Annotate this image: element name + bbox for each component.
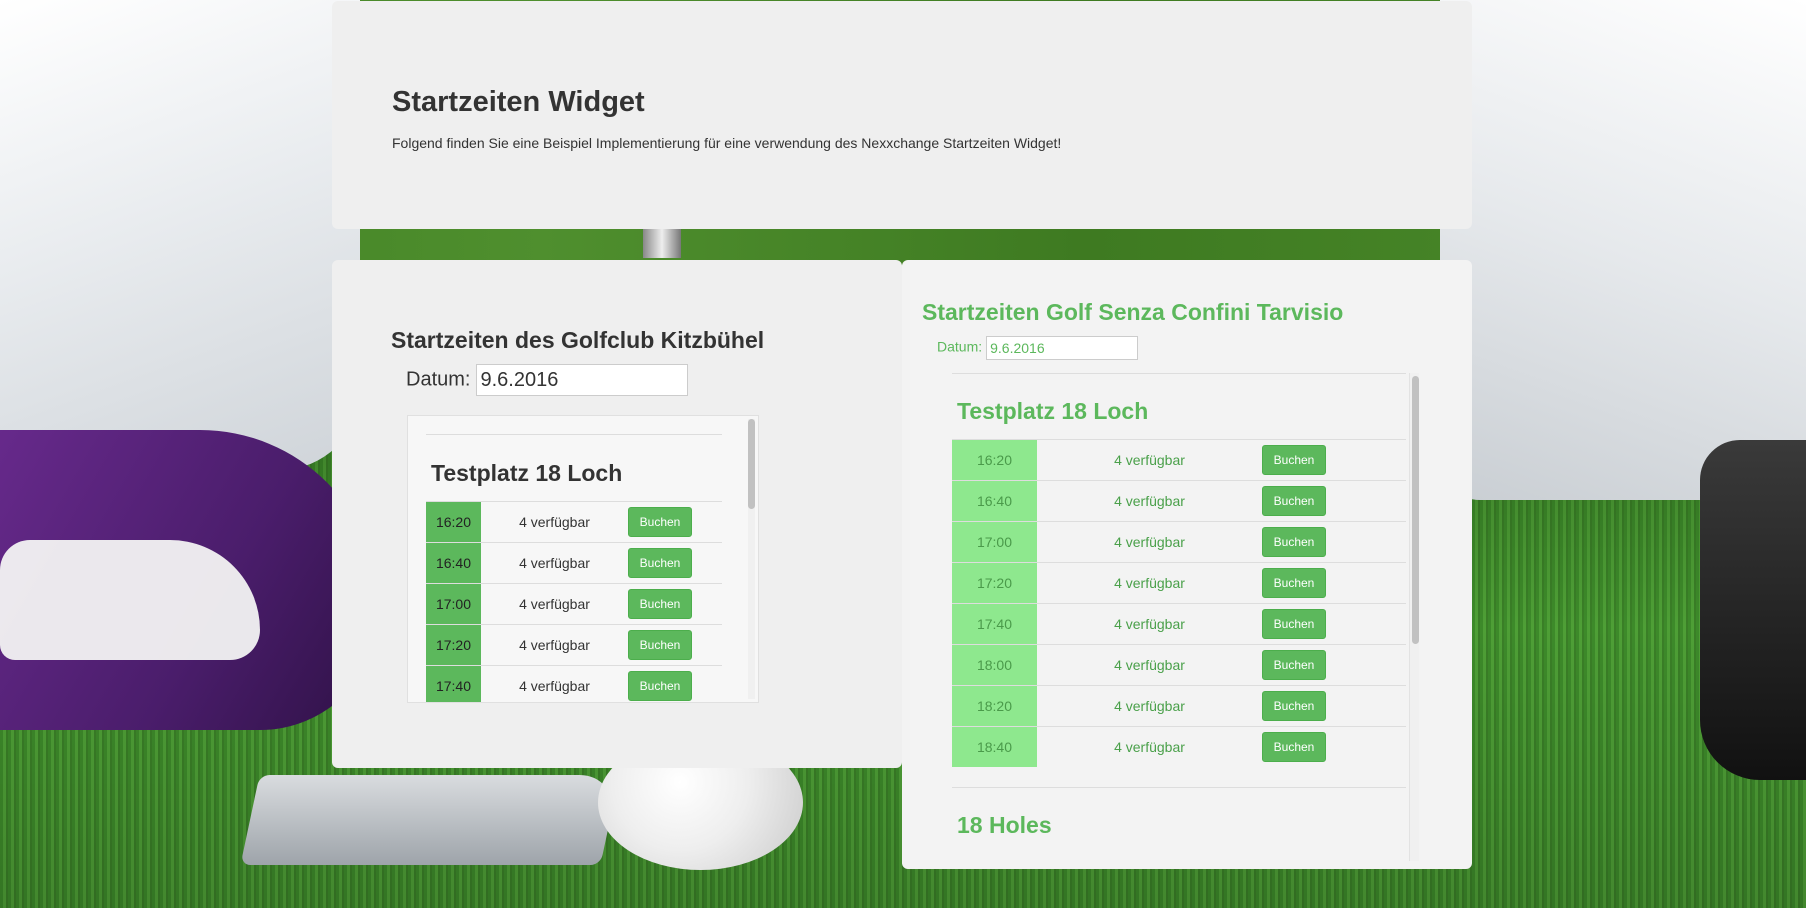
tee-time: 17:40 — [952, 604, 1037, 644]
book-button[interactable]: Buchen — [1262, 527, 1326, 557]
tee-time: 17:20 — [426, 625, 481, 665]
divider — [952, 373, 1406, 374]
tee-time-row: 16:40 4 verfügbar Buchen — [952, 480, 1406, 521]
divider — [952, 787, 1406, 788]
book-button[interactable]: Buchen — [1262, 486, 1326, 516]
course-title: Testplatz 18 Loch — [431, 460, 623, 486]
tee-times-scroll-area[interactable]: Testplatz 18 Loch 16:20 4 verfügbar Buch… — [952, 373, 1439, 861]
tee-time: 16:40 — [952, 481, 1037, 521]
tee-time-row: 17:00 4 verfügbar Buchen — [426, 583, 722, 624]
tee-time-row: 17:00 4 verfügbar Buchen — [952, 521, 1406, 562]
scrollbar-thumb[interactable] — [1412, 376, 1419, 644]
page-description: Folgend finden Sie eine Beispiel Impleme… — [392, 135, 1062, 151]
tee-time-row: 17:40 4 verfügbar Buchen — [426, 665, 722, 702]
availability: 4 verfügbar — [519, 514, 590, 530]
hero-panel: Startzeiten Widget Folgend finden Sie ei… — [332, 1, 1472, 229]
second-course-title: 18 Holes — [957, 812, 1052, 838]
book-button[interactable]: Buchen — [628, 671, 692, 701]
book-button[interactable]: Buchen — [1262, 732, 1326, 762]
golf-shoe-right — [1700, 440, 1806, 780]
book-button[interactable]: Buchen — [1262, 568, 1326, 598]
tee-time: 18:00 — [952, 645, 1037, 685]
putter-shaft — [643, 228, 681, 258]
availability: 4 verfügbar — [1114, 616, 1185, 632]
course-title: Testplatz 18 Loch — [957, 398, 1149, 424]
date-row: Datum: — [406, 364, 689, 396]
date-input[interactable] — [986, 336, 1139, 360]
divider — [426, 434, 722, 435]
golfer-trouser-right — [1440, 0, 1806, 500]
availability: 4 verfügbar — [519, 555, 590, 571]
tee-time-row: 17:20 4 verfügbar Buchen — [426, 624, 722, 665]
tee-time-row: 16:20 4 verfügbar Buchen — [426, 501, 722, 542]
availability: 4 verfügbar — [519, 596, 590, 612]
tee-time-row: 16:40 4 verfügbar Buchen — [426, 542, 722, 583]
kitzbuehel-widget-panel: Startzeiten des Golfclub Kitzbühel Datum… — [332, 260, 902, 768]
tee-time: 17:20 — [952, 563, 1037, 603]
tee-time: 17:00 — [426, 584, 481, 624]
page-title: Startzeiten Widget — [392, 86, 645, 118]
widget-title: Startzeiten des Golfclub Kitzbühel — [391, 327, 765, 353]
book-button[interactable]: Buchen — [1262, 609, 1326, 639]
availability: 4 verfügbar — [519, 678, 590, 694]
availability: 4 verfügbar — [1114, 493, 1185, 509]
tee-times-scroll-area[interactable]: Testplatz 18 Loch 16:20 4 verfügbar Buch… — [407, 415, 759, 703]
tee-times-list: 16:20 4 verfügbar Buchen 16:40 4 verfügb… — [952, 439, 1406, 767]
tee-time-row: 18:00 4 verfügbar Buchen — [952, 644, 1406, 685]
widget-title: Startzeiten Golf Senza Confini Tarvisio — [922, 299, 1344, 325]
tee-time-row: 16:20 4 verfügbar Buchen — [952, 439, 1406, 480]
book-button[interactable]: Buchen — [1262, 445, 1326, 475]
tee-time: 17:00 — [952, 522, 1037, 562]
availability: 4 verfügbar — [1114, 657, 1185, 673]
date-label: Datum: — [937, 338, 983, 355]
tee-time: 17:40 — [426, 666, 481, 702]
availability: 4 verfügbar — [1114, 534, 1185, 550]
tarvisio-widget-panel: Startzeiten Golf Senza Confini Tarvisio … — [902, 260, 1472, 869]
book-button[interactable]: Buchen — [1262, 650, 1326, 680]
tee-times-list: 16:20 4 verfügbar Buchen 16:40 4 verfügb… — [426, 501, 722, 702]
date-row: Datum: — [937, 336, 1139, 360]
book-button[interactable]: Buchen — [628, 548, 692, 578]
tee-time: 18:20 — [952, 686, 1037, 726]
availability: 4 verfügbar — [1114, 452, 1185, 468]
tee-time: 16:20 — [426, 502, 481, 542]
tee-time: 16:40 — [426, 543, 481, 583]
golfer-trouser-left — [0, 0, 360, 470]
availability: 4 verfügbar — [519, 637, 590, 653]
availability: 4 verfügbar — [1114, 575, 1185, 591]
book-button[interactable]: Buchen — [628, 507, 692, 537]
availability: 4 verfügbar — [1114, 698, 1185, 714]
book-button[interactable]: Buchen — [1262, 691, 1326, 721]
date-label: Datum: — [406, 368, 471, 391]
tee-time: 18:40 — [952, 727, 1037, 767]
tee-time: 16:20 — [952, 440, 1037, 480]
scrollbar-thumb[interactable] — [748, 419, 755, 509]
putter-head — [240, 775, 620, 865]
tee-time-row: 18:40 4 verfügbar Buchen — [952, 726, 1406, 767]
book-button[interactable]: Buchen — [628, 630, 692, 660]
book-button[interactable]: Buchen — [628, 589, 692, 619]
tee-time-row: 17:40 4 verfügbar Buchen — [952, 603, 1406, 644]
tee-time-row: 17:20 4 verfügbar Buchen — [952, 562, 1406, 603]
tee-time-row: 18:20 4 verfügbar Buchen — [952, 685, 1406, 726]
date-input[interactable] — [476, 364, 689, 396]
availability: 4 verfügbar — [1114, 739, 1185, 755]
